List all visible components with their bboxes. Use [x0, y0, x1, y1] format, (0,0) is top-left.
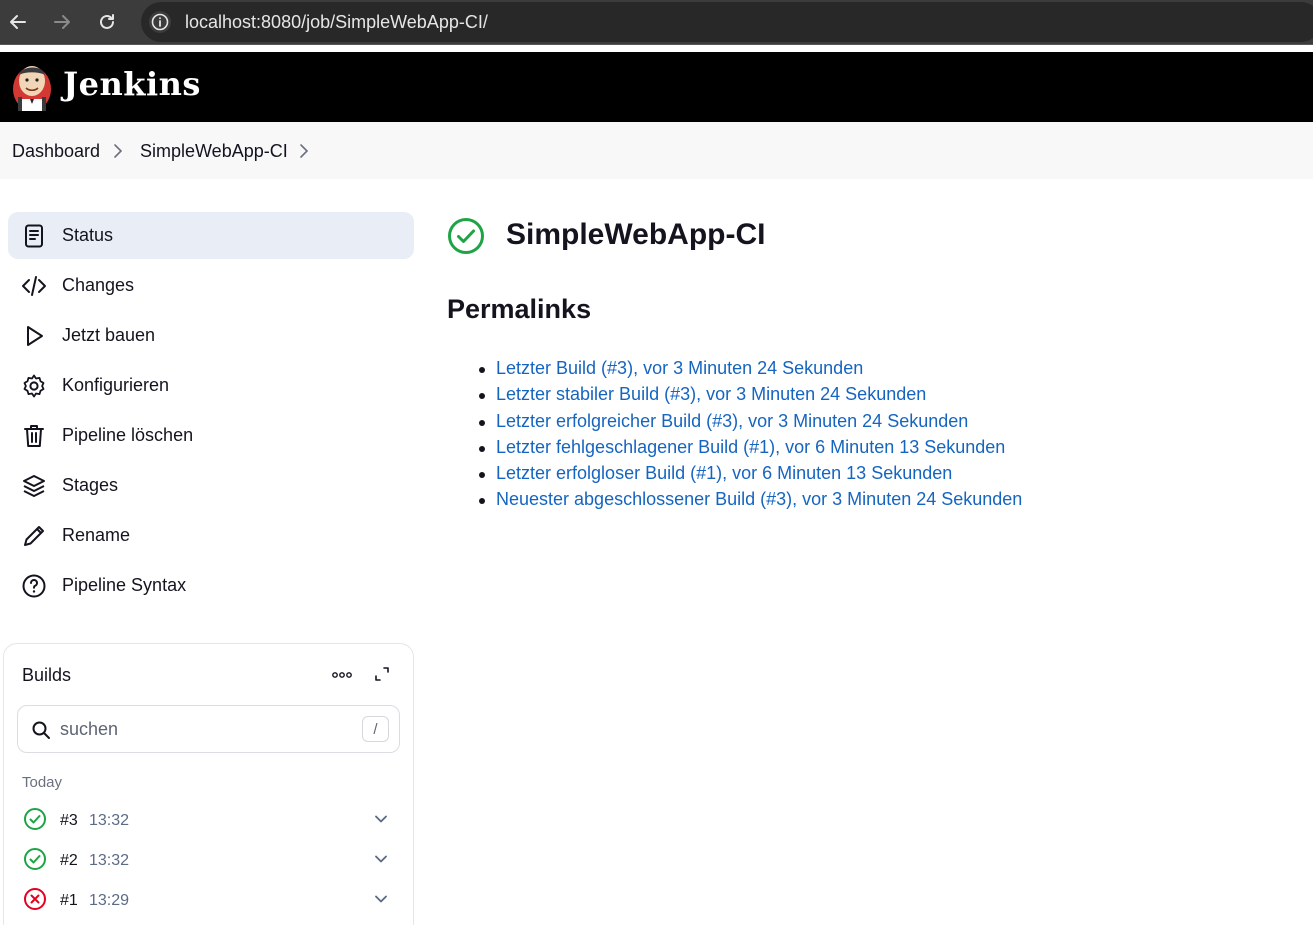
reload-icon: [100, 14, 114, 29]
success-check-icon: [24, 848, 46, 870]
site-info-icon[interactable]: [149, 11, 171, 33]
forward-button[interactable]: [48, 8, 76, 36]
permalink-last-build[interactable]: Letzter Build (#3), vor 3 Minuten 24 Sek…: [496, 358, 863, 378]
help-icon: [22, 574, 46, 598]
build-row[interactable]: #1 13:29: [17, 885, 397, 915]
sidebar-item-label: Pipeline löschen: [62, 425, 194, 445]
layers-icon: [23, 475, 45, 497]
trash-icon: [24, 425, 44, 447]
success-check-icon: [24, 808, 46, 830]
code-icon: [22, 276, 46, 296]
chevron-down-icon[interactable]: [373, 891, 389, 907]
play-icon: [27, 326, 43, 346]
build-row[interactable]: #2 13:32: [17, 845, 397, 875]
list-item: Letzter erfolgloser Build (#1), vor 6 Mi…: [479, 463, 1022, 489]
sidebar-item-configure[interactable]: Konfigurieren: [8, 362, 414, 409]
breadcrumb-job[interactable]: SimpleWebApp-CI: [140, 141, 288, 162]
page-title: SimpleWebApp-CI: [506, 218, 766, 251]
chevron-down-icon[interactable]: [373, 811, 389, 827]
builds-title: Builds: [22, 665, 72, 685]
jenkins-logo-icon[interactable]: [12, 61, 52, 113]
build-time: 13:29: [89, 892, 130, 909]
list-item: Letzter stabiler Build (#3), vor 3 Minut…: [479, 384, 1022, 410]
chevron-right-icon[interactable]: [111, 143, 125, 159]
builds-panel: Builds / Today #3 13:32 #2 13:32 #1 13:2…: [3, 643, 414, 925]
arrow-right-icon: [54, 15, 70, 29]
sidebar-item-label: Status: [62, 225, 114, 245]
back-button[interactable]: [4, 8, 32, 36]
build-number[interactable]: #1: [60, 892, 78, 910]
reload-button[interactable]: [93, 8, 121, 36]
permalink-last-successful-build[interactable]: Letzter erfolgreicher Build (#3), vor 3 …: [496, 411, 968, 431]
sidebar-item-label: Changes: [62, 275, 135, 295]
sidebar-item-label: Stages: [62, 475, 119, 495]
build-time: 13:32: [89, 812, 130, 829]
build-number[interactable]: #2: [60, 852, 78, 870]
list-item: Letzter erfolgreicher Build (#3), vor 3 …: [479, 411, 1022, 437]
build-time: 13:32: [89, 852, 130, 869]
build-group-label: Today: [22, 774, 63, 791]
success-check-icon: [448, 218, 484, 254]
list-item: Letzter Build (#3), vor 3 Minuten 24 Sek…: [479, 358, 1022, 384]
breadcrumb-dashboard[interactable]: Dashboard: [12, 141, 100, 162]
sidebar-item-status[interactable]: Status: [8, 212, 414, 259]
document-icon: [25, 224, 43, 248]
failure-x-icon: [24, 888, 46, 910]
sidebar-item-build-now[interactable]: Jetzt bauen: [8, 312, 414, 359]
permalink-last-unsuccessful-build[interactable]: Letzter erfolgloser Build (#1), vor 6 Mi…: [496, 463, 952, 483]
permalink-last-failed-build[interactable]: Letzter fehlgeschlagener Build (#1), vor…: [496, 437, 1005, 457]
gear-icon: [23, 374, 45, 398]
builds-search[interactable]: /: [17, 705, 400, 753]
address-bar[interactable]: localhost:8080/job/SimpleWebApp-CI/: [141, 2, 1313, 42]
permalink-last-completed-build[interactable]: Neuester abgeschlossener Build (#3), vor…: [496, 489, 1022, 509]
arrow-left-icon: [10, 15, 26, 29]
sidebar-item-rename[interactable]: Rename: [8, 512, 414, 559]
permalinks-list: Letzter Build (#3), vor 3 Minuten 24 Sek…: [479, 358, 1022, 516]
url-text: localhost:8080/job/SimpleWebApp-CI/: [185, 12, 488, 32]
pencil-icon: [24, 526, 44, 546]
jenkins-brand[interactable]: Jenkins: [63, 65, 201, 103]
sidebar-item-label: Jetzt bauen: [62, 325, 156, 345]
search-shortcut-key: /: [362, 716, 389, 742]
breadcrumb: Dashboard SimpleWebApp-CI: [0, 122, 1313, 179]
builds-search-input[interactable]: [60, 714, 350, 744]
chevron-right-icon[interactable]: [297, 143, 311, 159]
more-options-icon[interactable]: [330, 666, 354, 684]
sidebar-item-label: Konfigurieren: [62, 375, 170, 395]
sidebar-item-changes[interactable]: Changes: [8, 262, 414, 309]
expand-icon[interactable]: [373, 665, 391, 683]
chevron-down-icon[interactable]: [373, 851, 389, 867]
browser-toolbar: localhost:8080/job/SimpleWebApp-CI/: [0, 0, 1313, 45]
list-item: Neuester abgeschlossener Build (#3), vor…: [479, 489, 1022, 515]
search-icon: [32, 721, 50, 739]
sidebar-item-label: Pipeline Syntax: [62, 575, 187, 595]
list-item: Letzter fehlgeschlagener Build (#1), vor…: [479, 437, 1022, 463]
permalinks-heading: Permalinks: [447, 294, 592, 324]
build-row[interactable]: #3 13:32: [17, 805, 397, 835]
permalink-last-stable-build[interactable]: Letzter stabiler Build (#3), vor 3 Minut…: [496, 384, 926, 404]
jenkins-header: Jenkins: [0, 52, 1313, 122]
build-number[interactable]: #3: [60, 812, 78, 830]
sidebar-item-delete-pipeline[interactable]: Pipeline löschen: [8, 412, 414, 459]
sidebar-item-stages[interactable]: Stages: [8, 462, 414, 509]
sidebar-item-pipeline-syntax[interactable]: Pipeline Syntax: [8, 562, 414, 609]
sidebar-item-label: Rename: [62, 525, 131, 545]
